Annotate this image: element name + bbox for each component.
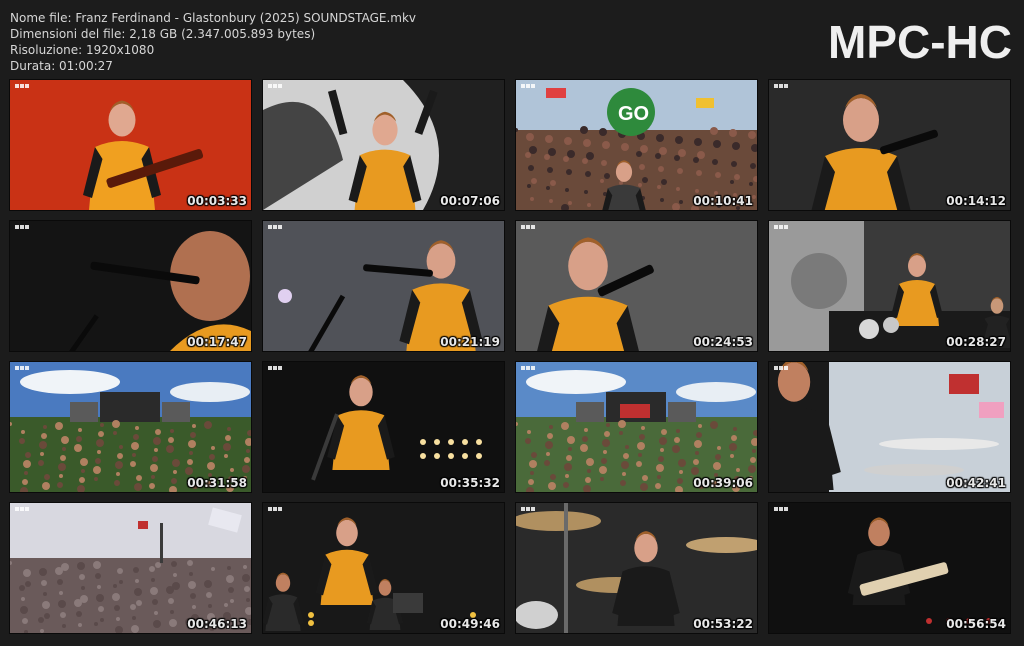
thumbnail: 00:24:53	[516, 221, 757, 351]
thumbnail: 00:39:06	[516, 362, 757, 492]
thumbnail-frame	[10, 362, 251, 492]
thumbnail-timestamp: 00:56:54	[946, 617, 1006, 631]
thumbnail-timestamp: 00:03:33	[187, 194, 247, 208]
thumbnail: 00:28:27	[769, 221, 1010, 351]
thumbnail-timestamp: 00:17:47	[187, 335, 247, 349]
thumbnail-frame	[263, 80, 504, 210]
thumbnail-frame	[516, 221, 757, 351]
thumbnail: 00:03:33	[10, 80, 251, 210]
thumbnail-frame	[10, 221, 251, 351]
thumbnail: 00:14:12	[769, 80, 1010, 210]
thumbnail-grid: 00:03:33 00:07:06 GO 00:10:41 00:14:12 00:…	[0, 0, 1024, 646]
thumbnail: 00:46:13	[10, 503, 251, 633]
thumbnail-frame	[263, 221, 504, 351]
thumbnail-timestamp: 00:21:19	[440, 335, 500, 349]
thumbnail-frame: GO	[516, 80, 757, 210]
broadcaster-logo-icon	[15, 225, 29, 229]
broadcaster-logo-icon	[774, 225, 788, 229]
broadcaster-logo-icon	[521, 366, 535, 370]
broadcaster-logo-icon	[774, 84, 788, 88]
thumbnail: GO 00:10:41	[516, 80, 757, 210]
thumbnail: 00:49:46	[263, 503, 504, 633]
thumbnail-frame	[516, 503, 757, 633]
thumbnail: 00:35:32	[263, 362, 504, 492]
broadcaster-logo-icon	[268, 507, 282, 511]
broadcaster-logo-icon	[521, 225, 535, 229]
thumbnail-frame	[769, 221, 1010, 351]
thumbnail: 00:56:54	[769, 503, 1010, 633]
thumbnail-frame	[769, 362, 1010, 492]
thumbnail-frame	[263, 503, 504, 633]
thumbnail-frame	[769, 503, 1010, 633]
broadcaster-logo-icon	[521, 84, 535, 88]
thumbnail: 00:17:47	[10, 221, 251, 351]
broadcaster-logo-icon	[521, 507, 535, 511]
svg-text:GO: GO	[618, 103, 649, 125]
thumbnail: 00:53:22	[516, 503, 757, 633]
thumbnail-timestamp: 00:46:13	[187, 617, 247, 631]
broadcaster-logo-icon	[15, 507, 29, 511]
thumbnail-frame	[10, 503, 251, 633]
broadcaster-logo-icon	[268, 84, 282, 88]
thumbnail-timestamp: 00:49:46	[440, 617, 500, 631]
thumbnail-frame	[263, 362, 504, 492]
broadcaster-logo-icon	[774, 366, 788, 370]
broadcaster-logo-icon	[15, 84, 29, 88]
broadcaster-logo-icon	[268, 366, 282, 370]
thumbnail-timestamp: 00:24:53	[693, 335, 753, 349]
thumbnail-frame	[769, 80, 1010, 210]
thumbnail-timestamp: 00:35:32	[440, 476, 500, 490]
thumbnail: 00:31:58	[10, 362, 251, 492]
broadcaster-logo-icon	[774, 507, 788, 511]
thumbnail-timestamp: 00:28:27	[946, 335, 1006, 349]
thumbnail: 00:21:19	[263, 221, 504, 351]
thumbnail-timestamp: 00:14:12	[946, 194, 1006, 208]
thumbnail-timestamp: 00:42:41	[946, 476, 1006, 490]
thumbnail-timestamp: 00:39:06	[693, 476, 753, 490]
thumbnail: 00:07:06	[263, 80, 504, 210]
thumbnail: 00:42:41	[769, 362, 1010, 492]
thumbnail-frame	[516, 362, 757, 492]
thumbnail-timestamp: 00:07:06	[440, 194, 500, 208]
broadcaster-logo-icon	[15, 366, 29, 370]
thumbnail-timestamp: 00:31:58	[187, 476, 247, 490]
thumbnail-frame	[10, 80, 251, 210]
broadcaster-logo-icon	[268, 225, 282, 229]
thumbnail-timestamp: 00:10:41	[693, 194, 753, 208]
thumbnail-timestamp: 00:53:22	[693, 617, 753, 631]
